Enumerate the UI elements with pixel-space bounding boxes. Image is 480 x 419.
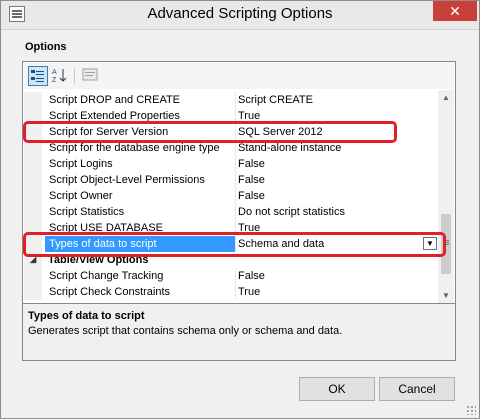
property-row[interactable]: Script Check Constraints True xyxy=(24,284,440,300)
property-name: Script Object-Level Permissions xyxy=(49,174,205,186)
property-value[interactable]: False xyxy=(235,156,438,172)
categorized-view-icon xyxy=(31,70,44,82)
alphabetical-sort-button[interactable]: A Z xyxy=(50,66,70,86)
svg-text:Z: Z xyxy=(52,77,57,83)
ok-button[interactable]: OK xyxy=(299,377,375,401)
property-name: Script Change Tracking xyxy=(49,270,164,282)
property-grid-panel: A Z Script DROP and CREATE Script CREATE… xyxy=(22,61,456,306)
close-button[interactable]: ✕ xyxy=(433,1,477,21)
property-row[interactable]: Script Owner False xyxy=(24,188,440,204)
row-gutter xyxy=(24,188,42,204)
row-gutter xyxy=(24,92,42,108)
row-gutter xyxy=(24,284,42,300)
vertical-scrollbar[interactable]: ▲ ▼ xyxy=(438,90,454,304)
dialog-title: Advanced Scripting Options xyxy=(147,5,333,22)
property-value[interactable]: True xyxy=(235,284,438,300)
property-name: Script Logins xyxy=(49,158,113,170)
row-gutter xyxy=(24,268,42,284)
description-panel: Types of data to script Generates script… xyxy=(22,303,456,361)
cancel-button[interactable]: Cancel xyxy=(379,377,455,401)
row-gutter xyxy=(24,156,42,172)
description-text: Generates script that contains schema on… xyxy=(28,325,343,337)
svg-text:A: A xyxy=(52,69,57,76)
property-name: Script Check Constraints xyxy=(49,286,171,298)
annotation-types-of-data xyxy=(23,232,446,257)
property-value[interactable]: False xyxy=(235,188,438,204)
categorized-view-button[interactable] xyxy=(28,66,48,86)
property-value[interactable]: False xyxy=(235,268,438,284)
scroll-up-icon[interactable]: ▲ xyxy=(438,90,454,106)
row-gutter xyxy=(24,204,42,220)
property-grid-toolbar: A Z xyxy=(24,63,454,89)
resize-grip-icon[interactable] xyxy=(466,405,476,415)
scroll-down-icon[interactable]: ▼ xyxy=(438,288,454,304)
annotation-server-version xyxy=(23,121,397,143)
options-heading: Options xyxy=(25,41,67,53)
property-value[interactable]: Do not script statistics xyxy=(235,204,438,220)
property-value[interactable]: Script CREATE xyxy=(235,92,438,108)
property-row[interactable]: Script Logins False xyxy=(24,156,440,172)
property-name: Script DROP and CREATE xyxy=(49,94,181,106)
close-icon: ✕ xyxy=(449,3,461,19)
property-value[interactable]: False xyxy=(235,172,438,188)
property-pages-icon xyxy=(82,68,98,81)
advanced-scripting-options-dialog: Advanced Scripting Options ✕ Options A Z xyxy=(0,0,480,419)
sort-alphabetical-icon: A Z xyxy=(52,69,67,84)
toolbar-separator xyxy=(74,68,75,84)
property-pages-button[interactable] xyxy=(80,66,100,86)
property-row[interactable]: Script Statistics Do not script statisti… xyxy=(24,204,440,220)
property-row[interactable]: Script DROP and CREATE Script CREATE xyxy=(24,92,440,108)
property-name: Script Owner xyxy=(49,190,113,202)
row-gutter xyxy=(24,172,42,188)
property-row[interactable]: Script Change Tracking False xyxy=(24,268,440,284)
title-bar[interactable]: Advanced Scripting Options ✕ xyxy=(1,1,479,30)
description-title: Types of data to script xyxy=(28,310,145,322)
property-row[interactable]: Script Object-Level Permissions False xyxy=(24,172,440,188)
property-name: Script Statistics xyxy=(49,206,125,218)
